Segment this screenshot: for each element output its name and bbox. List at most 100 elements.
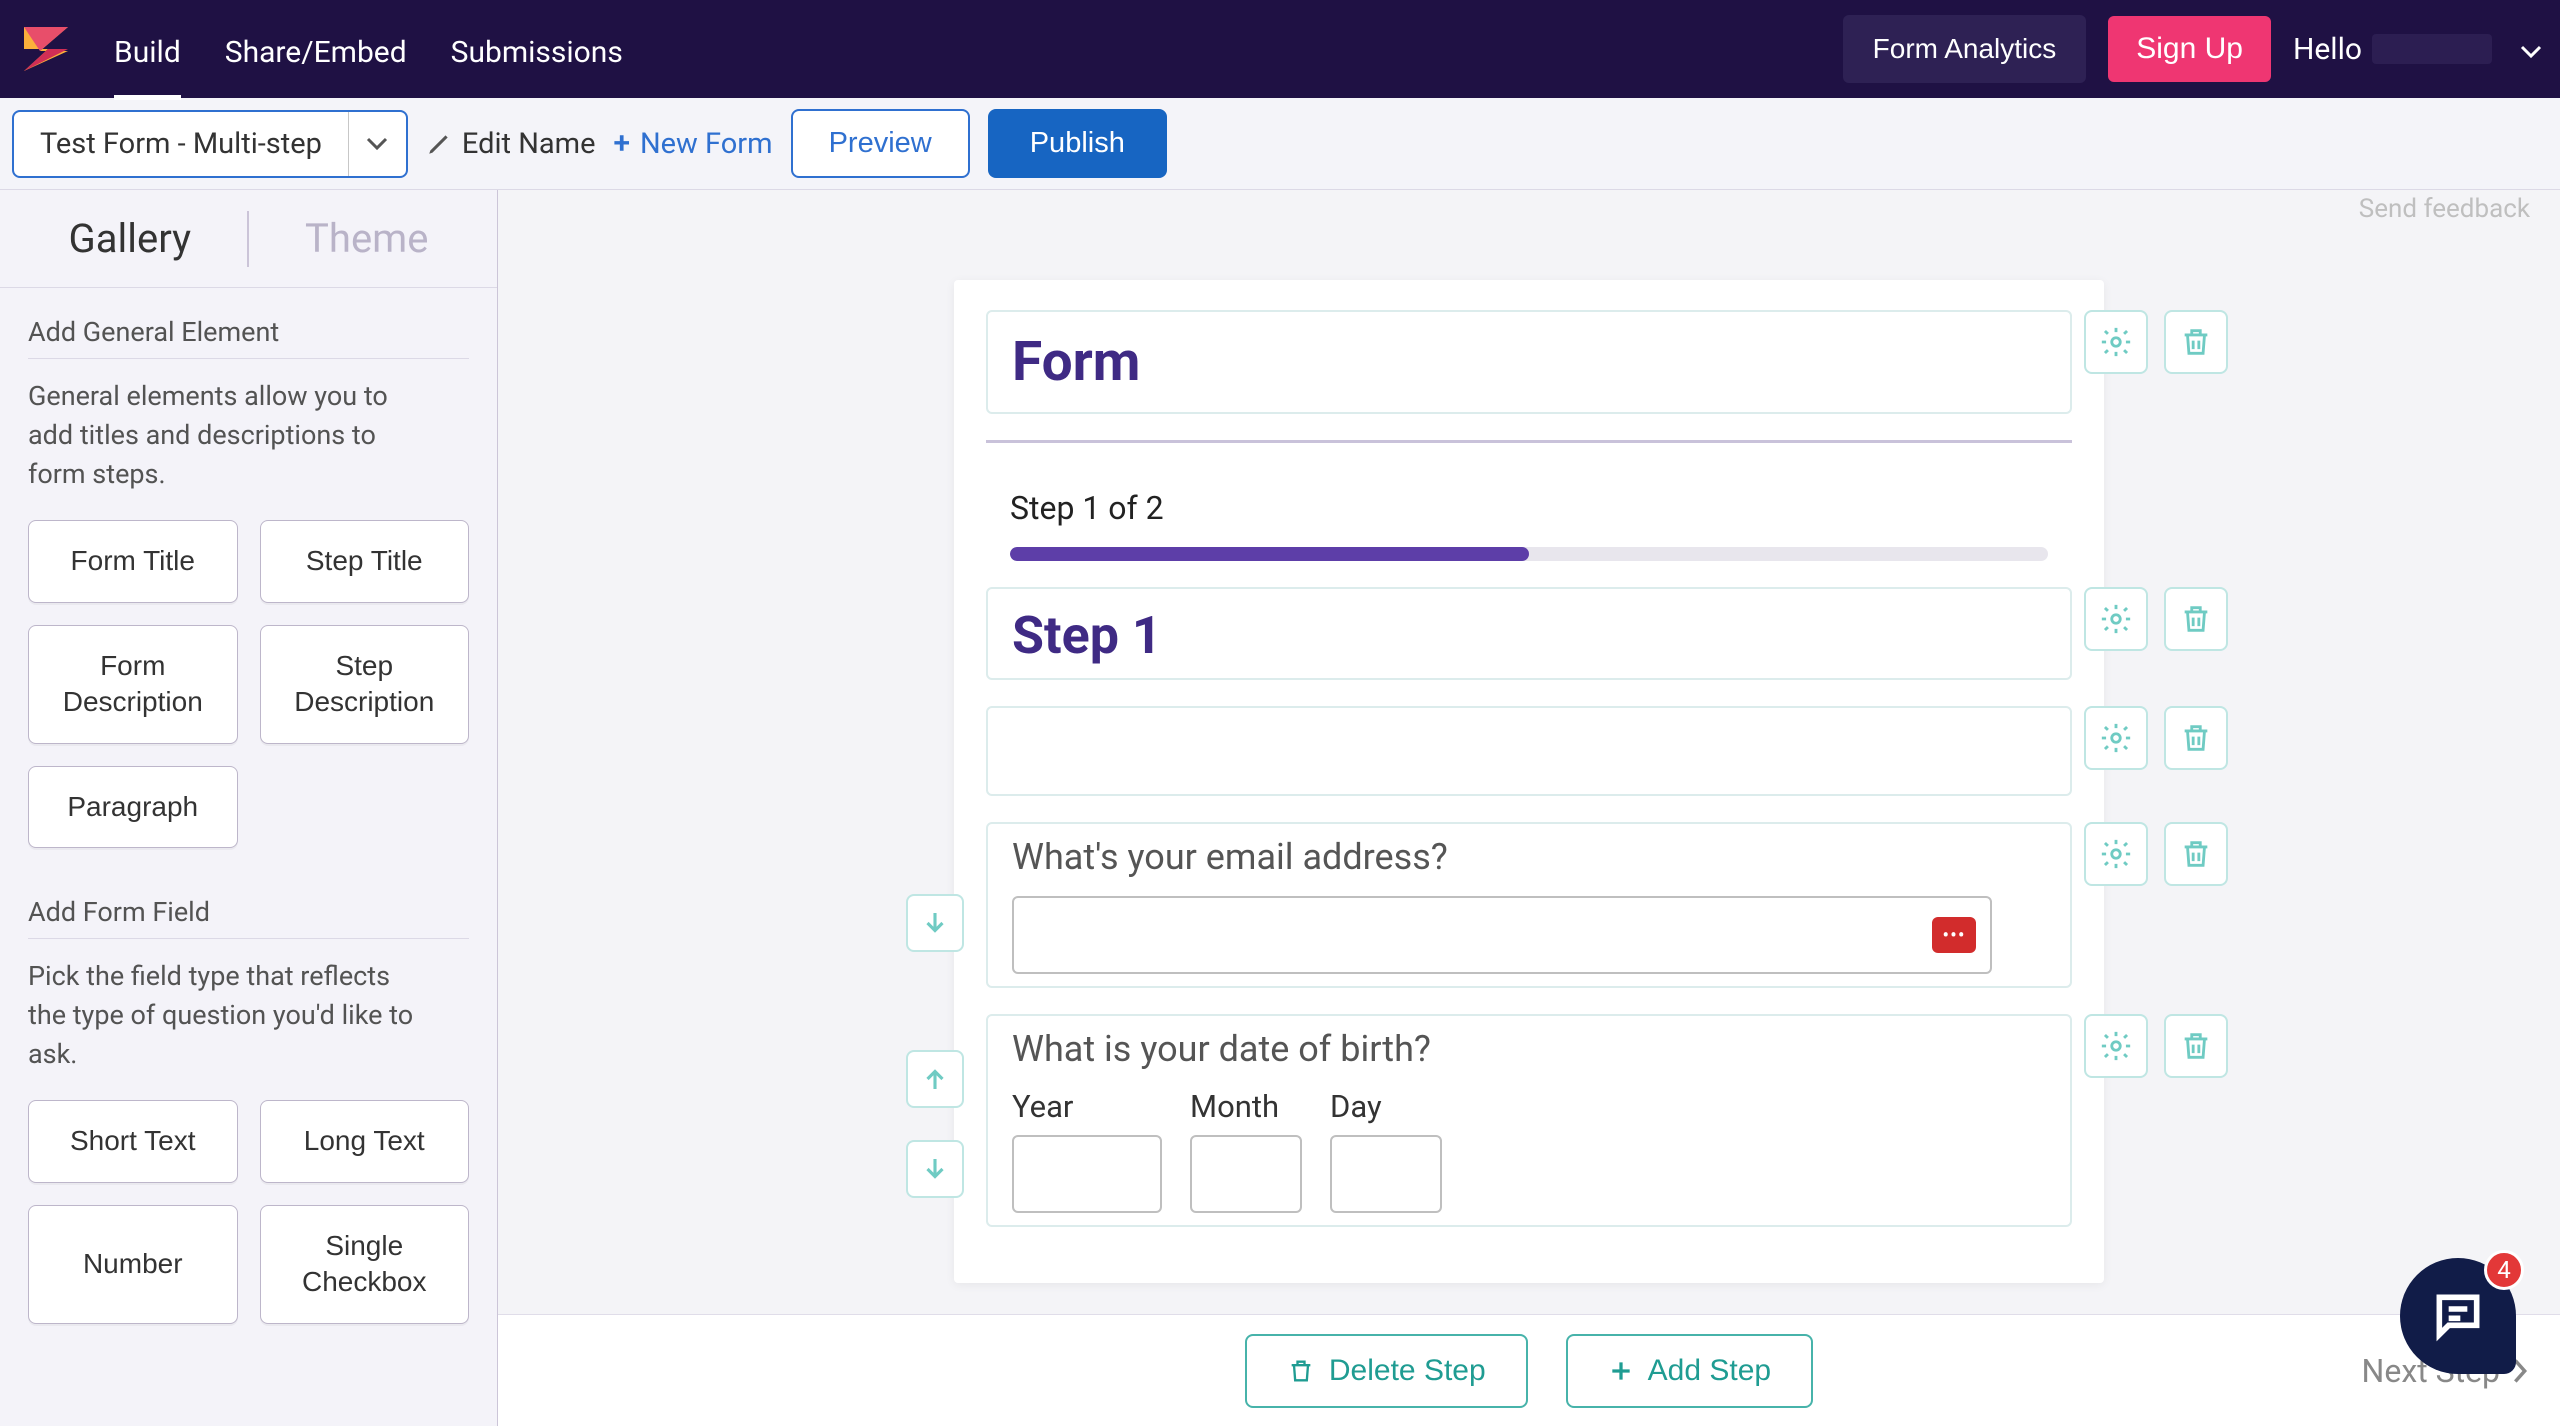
step-title-row: Step 1 xyxy=(986,587,2072,680)
elem-step-title[interactable]: Step Title xyxy=(260,520,470,602)
add-step-button[interactable]: Add Step xyxy=(1566,1334,1813,1408)
form-analytics-button[interactable]: Form Analytics xyxy=(1843,15,2087,83)
question-label: What is your date of birth? xyxy=(1012,1028,2046,1070)
caret-down-icon xyxy=(2520,32,2542,67)
settings-button[interactable] xyxy=(2084,1014,2148,1078)
user-menu[interactable]: Hello xyxy=(2293,32,2542,67)
canvas[interactable]: Send feedback Form xyxy=(498,190,2560,1426)
year-input[interactable] xyxy=(1012,1135,1162,1213)
move-down-button[interactable] xyxy=(906,894,964,952)
trash-icon xyxy=(2179,837,2213,871)
question-email-box[interactable]: What's your email address? ••• xyxy=(986,822,2072,988)
nav-tab-build[interactable]: Build xyxy=(114,5,181,94)
delete-button[interactable] xyxy=(2164,310,2228,374)
date-year-col: Year xyxy=(1012,1088,1162,1213)
delete-button[interactable] xyxy=(2164,706,2228,770)
nav-tabs: Build Share/Embed Submissions xyxy=(114,5,1843,94)
date-row: Year Month Day xyxy=(1012,1088,2046,1213)
password-manager-icon[interactable]: ••• xyxy=(1932,917,1976,953)
form-title-row: Form xyxy=(986,310,2072,414)
elem-form-description[interactable]: Form Description xyxy=(28,625,238,744)
gear-icon xyxy=(2099,325,2133,359)
signup-button[interactable]: Sign Up xyxy=(2108,16,2271,82)
elem-step-description[interactable]: Step Description xyxy=(260,625,470,744)
settings-button[interactable] xyxy=(2084,822,2148,886)
move-down-button[interactable] xyxy=(906,1140,964,1198)
top-nav: Build Share/Embed Submissions Form Analy… xyxy=(0,0,2560,98)
delete-step-button[interactable]: Delete Step xyxy=(1245,1334,1528,1408)
field-elements-grid: Short Text Long Text Number Single Check… xyxy=(28,1100,469,1323)
move-up-button[interactable] xyxy=(906,1050,964,1108)
section-desc-general: General elements allow you to add titles… xyxy=(28,377,428,494)
plus-icon xyxy=(1608,1358,1634,1384)
form-selector[interactable]: Test Form - Multi-step xyxy=(12,110,408,178)
row-actions xyxy=(2084,1014,2228,1078)
edit-name-link[interactable]: Edit Name xyxy=(426,127,596,161)
question-dob-box[interactable]: What is your date of birth? Year Month xyxy=(986,1014,2072,1227)
chat-badge: 4 xyxy=(2484,1250,2524,1290)
section-title-general: Add General Element xyxy=(28,316,469,348)
gear-icon xyxy=(2099,721,2133,755)
email-input[interactable]: ••• xyxy=(1012,896,1992,974)
trash-icon xyxy=(2179,325,2213,359)
date-month-col: Month xyxy=(1190,1088,1302,1213)
settings-button[interactable] xyxy=(2084,587,2148,651)
add-step-label: Add Step xyxy=(1648,1354,1771,1388)
elem-paragraph[interactable]: Paragraph xyxy=(28,766,238,848)
section-divider xyxy=(28,938,469,939)
section-title-field: Add Form Field xyxy=(28,896,469,928)
step-title-box[interactable]: Step 1 xyxy=(986,587,2072,680)
plus-icon: + xyxy=(613,126,630,161)
form-card: Form Step xyxy=(954,280,2104,1283)
arrow-down-icon xyxy=(920,908,950,938)
month-input[interactable] xyxy=(1190,1135,1302,1213)
sidebar: Gallery Theme Add General Element Genera… xyxy=(0,190,498,1426)
hello-label: Hello xyxy=(2293,32,2362,67)
form-title-box[interactable]: Form xyxy=(986,310,2072,414)
send-feedback-link[interactable]: Send feedback xyxy=(2359,190,2530,228)
new-form-link[interactable]: + New Form xyxy=(613,126,772,161)
nav-tab-share[interactable]: Share/Embed xyxy=(225,5,407,94)
row-actions xyxy=(2084,822,2228,886)
day-input[interactable] xyxy=(1330,1135,1442,1213)
chat-bubble[interactable]: 4 xyxy=(2400,1258,2516,1374)
gear-icon xyxy=(2099,837,2133,871)
section-desc-field: Pick the field type that reflects the ty… xyxy=(28,957,428,1074)
general-elements-grid: Form Title Step Title Form Description S… xyxy=(28,520,469,848)
elem-number[interactable]: Number xyxy=(28,1205,238,1324)
canvas-footer: Delete Step Add Step Next Step xyxy=(498,1314,2560,1426)
nav-tab-submissions[interactable]: Submissions xyxy=(451,5,623,94)
publish-button[interactable]: Publish xyxy=(988,109,1167,178)
form-selector-caret[interactable] xyxy=(348,112,406,176)
user-name-placeholder xyxy=(2372,34,2492,64)
trash-icon xyxy=(2179,602,2213,636)
sidebar-tab-theme[interactable]: Theme xyxy=(305,215,428,262)
settings-button[interactable] xyxy=(2084,706,2148,770)
sidebar-tab-divider xyxy=(247,211,249,267)
date-day-col: Day xyxy=(1330,1088,1442,1213)
preview-button[interactable]: Preview xyxy=(791,109,970,178)
elem-long-text[interactable]: Long Text xyxy=(260,1100,470,1182)
empty-element-box[interactable] xyxy=(986,706,2072,796)
sidebar-tab-gallery[interactable]: Gallery xyxy=(69,215,192,262)
elem-form-title[interactable]: Form Title xyxy=(28,520,238,602)
arrow-up-icon xyxy=(920,1064,950,1094)
row-actions xyxy=(2084,310,2228,374)
section-divider xyxy=(28,358,469,359)
elem-short-text[interactable]: Short Text xyxy=(28,1100,238,1182)
delete-button[interactable] xyxy=(2164,822,2228,886)
progress-block: Step 1 of 2 xyxy=(986,473,2072,587)
elem-single-checkbox[interactable]: Single Checkbox xyxy=(260,1205,470,1324)
sidebar-scroll[interactable]: Add General Element General elements all… xyxy=(0,288,497,1426)
delete-button[interactable] xyxy=(2164,1014,2228,1078)
row-actions xyxy=(2084,587,2228,651)
chat-icon xyxy=(2430,1288,2486,1344)
app-logo[interactable] xyxy=(18,21,74,77)
edit-name-label: Edit Name xyxy=(462,127,596,161)
delete-button[interactable] xyxy=(2164,587,2228,651)
arrow-down-icon xyxy=(920,1154,950,1184)
question-dob-row: What is your date of birth? Year Month xyxy=(986,1014,2072,1227)
step-title-text: Step 1 xyxy=(1012,601,2046,666)
progress-fill xyxy=(1010,547,1529,561)
settings-button[interactable] xyxy=(2084,310,2148,374)
